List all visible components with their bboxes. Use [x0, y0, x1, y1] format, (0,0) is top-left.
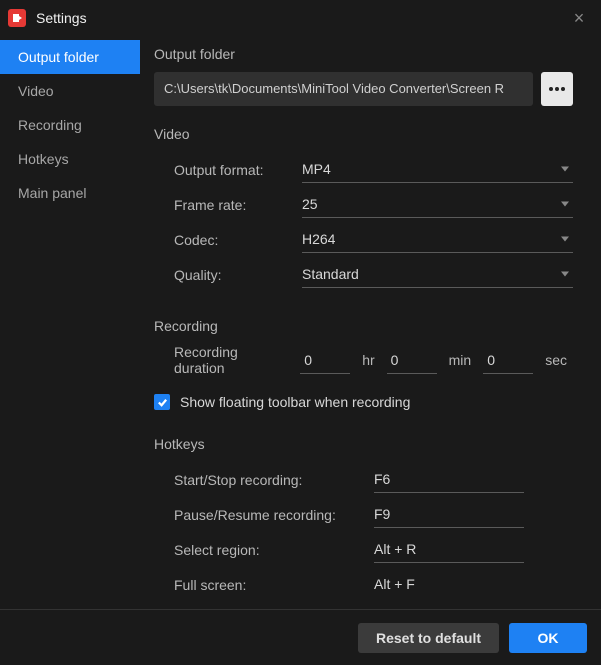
duration-seconds-input[interactable]	[483, 346, 533, 374]
ok-button[interactable]: OK	[509, 623, 587, 653]
video-header: Video	[154, 126, 573, 142]
output-format-label: Output format:	[174, 162, 302, 178]
hotkeys-header: Hotkeys	[154, 436, 573, 452]
reset-to-default-button[interactable]: Reset to default	[358, 623, 499, 653]
app-logo-icon	[8, 9, 26, 27]
footer: Reset to default OK	[0, 609, 601, 665]
output-folder-path[interactable]: C:\Users\tk\Documents\MiniTool Video Con…	[154, 72, 533, 106]
show-floating-toolbar-label: Show floating toolbar when recording	[180, 394, 410, 410]
sidebar-item-recording[interactable]: Recording	[0, 108, 140, 142]
recording-duration-label: Recording duration	[174, 344, 288, 376]
frame-rate-select[interactable]: 25	[302, 192, 573, 218]
start-stop-hotkey[interactable]: F6	[374, 467, 524, 493]
seconds-unit: sec	[545, 352, 567, 368]
full-screen-hotkey[interactable]: Alt + F	[374, 572, 524, 597]
output-folder-header: Output folder	[154, 46, 573, 62]
codec-label: Codec:	[174, 232, 302, 248]
browse-button[interactable]	[541, 72, 573, 106]
sidebar-item-main-panel[interactable]: Main panel	[0, 176, 140, 210]
select-region-hotkey[interactable]: Alt + R	[374, 537, 524, 563]
close-button[interactable]: ×	[565, 4, 593, 32]
minutes-unit: min	[449, 352, 472, 368]
content-area: Output folder C:\Users\tk\Documents\Mini…	[140, 36, 601, 596]
output-format-select[interactable]: MP4	[302, 157, 573, 183]
quality-label: Quality:	[174, 267, 302, 283]
sidebar-item-output-folder[interactable]: Output folder	[0, 40, 140, 74]
duration-minutes-input[interactable]	[387, 346, 437, 374]
duration-hours-input[interactable]	[300, 346, 350, 374]
pause-resume-label: Pause/Resume recording:	[174, 507, 374, 523]
frame-rate-label: Frame rate:	[174, 197, 302, 213]
window-title: Settings	[36, 10, 565, 26]
quality-select[interactable]: Standard	[302, 262, 573, 288]
title-bar: Settings ×	[0, 0, 601, 36]
pause-resume-hotkey[interactable]: F9	[374, 502, 524, 528]
sidebar: Output folder Video Recording Hotkeys Ma…	[0, 36, 140, 596]
full-screen-label: Full screen:	[174, 577, 374, 593]
codec-select[interactable]: H264	[302, 227, 573, 253]
select-region-label: Select region:	[174, 542, 374, 558]
start-stop-label: Start/Stop recording:	[174, 472, 374, 488]
show-floating-toolbar-checkbox[interactable]	[154, 394, 170, 410]
hours-unit: hr	[362, 352, 374, 368]
ellipsis-icon	[549, 87, 565, 91]
sidebar-item-hotkeys[interactable]: Hotkeys	[0, 142, 140, 176]
sidebar-item-video[interactable]: Video	[0, 74, 140, 108]
recording-header: Recording	[154, 318, 573, 334]
